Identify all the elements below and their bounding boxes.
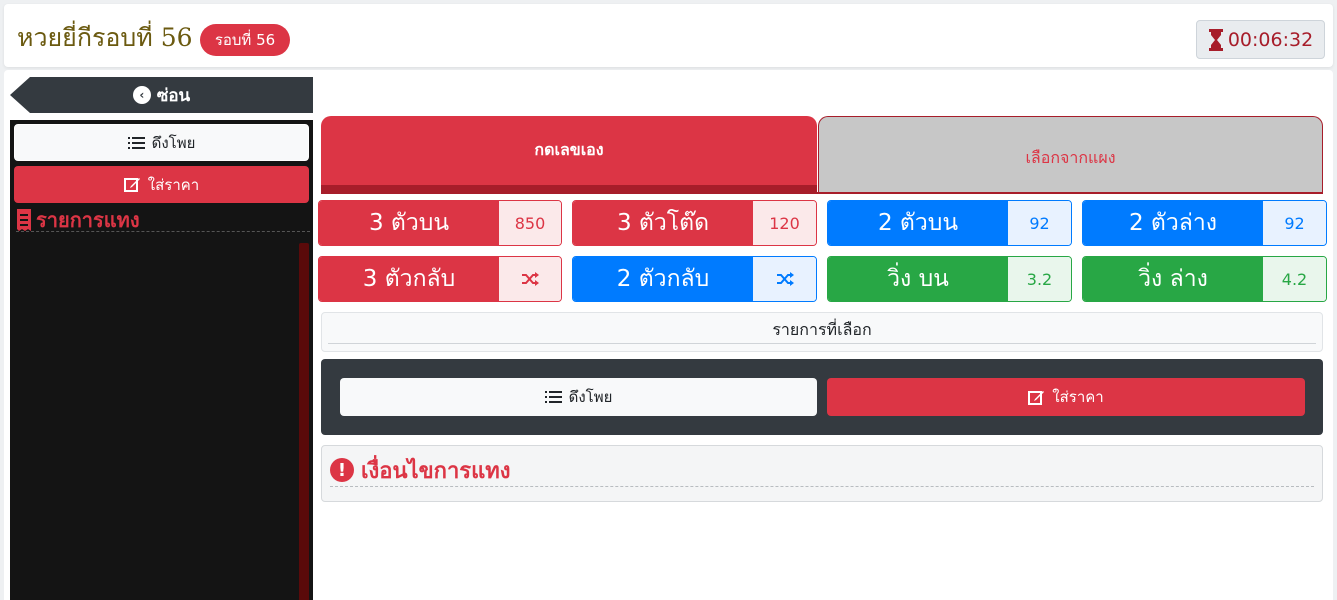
bet-rate: 850 xyxy=(499,201,561,245)
action-bar: ดึงโพย ใส่ราคา xyxy=(321,359,1323,435)
list-icon xyxy=(544,391,562,403)
exclamation-icon: ! xyxy=(330,458,354,482)
bet-list-title: รายการแทง xyxy=(16,208,310,232)
bet-2-bottom-button[interactable]: 2 ตัวล่าง 92 xyxy=(1082,200,1327,246)
set-price-button[interactable]: ใส่ราคา xyxy=(827,378,1305,416)
sidebar: ดึงโพย ใส่ราคา รายการแทง xyxy=(10,120,313,600)
bet-label: 2 ตัวบน xyxy=(828,201,1008,245)
pull-bets-label: ดึงโพย xyxy=(568,388,613,406)
shuffle-icon xyxy=(753,257,816,301)
sidebar-set-price-button[interactable]: ใส่ราคา xyxy=(14,166,309,203)
bet-rate: 4.2 xyxy=(1263,257,1326,301)
header-bar: หวยยี่กีรอบที่ 56 รอบที่ 56 00:06:32 xyxy=(4,4,1333,67)
countdown-timer: 00:06:32 xyxy=(1196,20,1325,59)
bet-label: 3 ตัวกลับ xyxy=(319,257,499,301)
set-price-label: ใส่ราคา xyxy=(1052,388,1104,406)
bet-rate: 120 xyxy=(753,201,816,245)
page-title: หวยยี่กีรอบที่ 56 xyxy=(17,23,193,52)
hide-sidebar-label: ซ่อน xyxy=(156,85,191,106)
bet-2-top-button[interactable]: 2 ตัวบน 92 xyxy=(827,200,1072,246)
bet-list-title-label: รายการแทง xyxy=(36,208,140,232)
bet-3-tod-button[interactable]: 3 ตัวโต๊ด 120 xyxy=(572,200,817,246)
bet-rate: 3.2 xyxy=(1008,257,1071,301)
bet-run-top-button[interactable]: วิ่ง บน 3.2 xyxy=(827,256,1072,302)
timer-value: 00:06:32 xyxy=(1227,28,1314,51)
list-icon xyxy=(127,136,145,149)
bet-label: 3 ตัวบน xyxy=(319,201,499,245)
bet-label: 2 ตัวล่าง xyxy=(1083,201,1263,245)
round-badge: รอบที่ 56 xyxy=(200,24,290,56)
tab-choose-from-board[interactable]: เลือกจากแผง xyxy=(818,116,1323,193)
hourglass-icon xyxy=(1208,28,1223,51)
pull-bets-button[interactable]: ดึงโพย xyxy=(340,378,817,416)
bet-rate: 92 xyxy=(1008,201,1071,245)
conditions-panel: ! เงื่อนไขการแทง xyxy=(321,445,1323,502)
edit-icon xyxy=(1028,390,1045,405)
bet-label: 2 ตัวกลับ xyxy=(573,257,753,301)
sidebar-pull-bets-label: ดึงโพย xyxy=(151,133,196,152)
sidebar-scrollbar[interactable] xyxy=(299,243,309,600)
bet-rate: 92 xyxy=(1263,201,1326,245)
bet-run-bottom-button[interactable]: วิ่ง ล่าง 4.2 xyxy=(1082,256,1327,302)
conditions-title: เงื่อนไขการแทง xyxy=(361,458,511,484)
selected-list-panel: รายการที่เลือก xyxy=(321,312,1323,352)
selected-list-title: รายการที่เลือก xyxy=(328,317,1316,344)
hide-sidebar-button[interactable]: ‹ ซ่อน xyxy=(10,77,313,113)
bet-label: วิ่ง ล่าง xyxy=(1083,257,1263,301)
bet-label: 3 ตัวโต๊ด xyxy=(573,201,753,245)
sidebar-set-price-label: ใส่ราคา xyxy=(147,175,200,194)
shuffle-icon xyxy=(499,257,561,301)
receipt-icon xyxy=(17,209,31,231)
sidebar-pull-bets-button[interactable]: ดึงโพย xyxy=(14,124,309,161)
edit-icon xyxy=(123,178,140,192)
tab-underline xyxy=(321,192,1323,194)
bet-3-reverse-button[interactable]: 3 ตัวกลับ xyxy=(318,256,562,302)
chevron-left-icon: ‹ xyxy=(132,86,151,104)
bet-2-reverse-button[interactable]: 2 ตัวกลับ xyxy=(572,256,817,302)
conditions-header[interactable]: ! เงื่อนไขการแทง xyxy=(330,454,1314,487)
tab-manual-entry[interactable]: กดเลขเอง xyxy=(321,116,817,193)
bet-3-top-button[interactable]: 3 ตัวบน 850 xyxy=(318,200,562,246)
bet-label: วิ่ง บน xyxy=(828,257,1008,301)
